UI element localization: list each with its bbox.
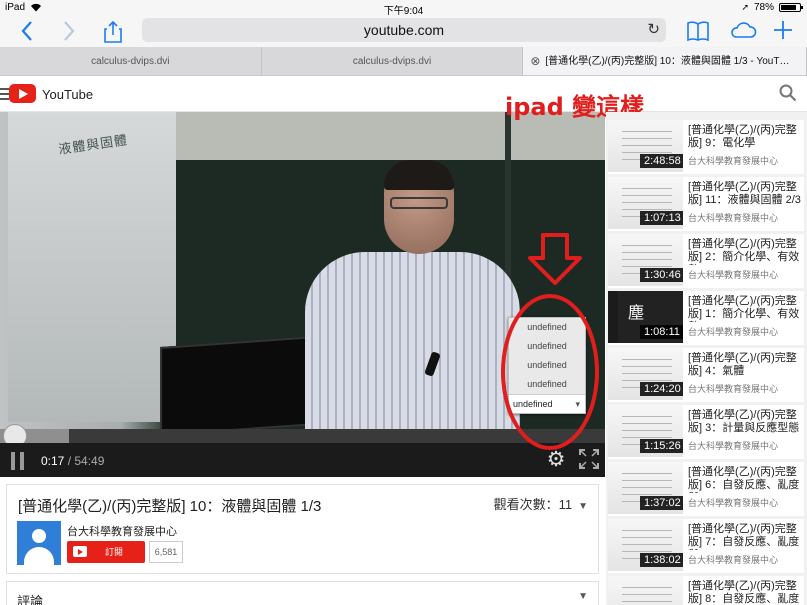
related-video-item[interactable]: 1:15:26 [普通化學(乙)/(丙)完整版] 3：計量與反應型態 台大科學教…	[608, 405, 804, 459]
related-video-item[interactable]: 1:38:02 [普通化學(乙)/(丙)完整版] 7：自發反應、亂度與… 台大科…	[608, 519, 804, 573]
subscribe-button[interactable]: 訂閱	[67, 541, 145, 563]
related-video-channel: 台大科學教育發展中心	[688, 555, 779, 565]
channel-avatar[interactable]	[17, 521, 61, 565]
subscriber-count: 6,581	[149, 541, 183, 563]
video-thumbnail[interactable]	[608, 576, 683, 605]
video-duration: 1:07:13	[640, 211, 683, 225]
video-thumbnail[interactable]: 1:37:02	[608, 462, 683, 514]
related-video-title[interactable]: [普通化學(乙)/(丙)完整版] 8：自發反應、亂度與…	[688, 580, 804, 605]
subscribe-label: 訂閱	[105, 547, 124, 557]
video-thumbnail[interactable]: 1:24:20	[608, 348, 683, 400]
related-video-item[interactable]: 2:48:58 [普通化學(乙)/(丙)完整版] 9：電化學 台大科學教育發展中…	[608, 120, 804, 174]
related-video-item[interactable]: [普通化學(乙)/(丙)完整版] 8：自發反應、亂度與…	[608, 576, 804, 605]
view-count[interactable]: 觀看次數：11 ▼	[494, 494, 588, 513]
related-video-item[interactable]: 1:24:20 [普通化學(乙)/(丙)完整版] 4：氣體 台大科學教育發展中心	[608, 348, 804, 402]
related-video-channel: 台大科學教育發展中心	[688, 498, 779, 508]
related-video-title[interactable]: [普通化學(乙)/(丙)完整版] 9：電化學	[688, 124, 804, 151]
related-video-item[interactable]: 塵 1:08:11 [普通化學(乙)/(丙)完整版] 1：簡介化學、有效數… 台大…	[608, 291, 804, 345]
related-video-channel: 台大科學教育發展中心	[688, 213, 779, 223]
related-video-channel: 台大科學教育發展中心	[688, 327, 779, 337]
chevron-down-icon[interactable]: ▼	[578, 591, 588, 602]
related-video-title[interactable]: [普通化學(乙)/(丙)完整版] 2：簡介化學、有效數…	[688, 238, 804, 265]
video-duration: 2:48:58	[640, 154, 683, 168]
related-video-item[interactable]: 1:30:46 [普通化學(乙)/(丙)完整版] 2：簡介化學、有效數… 台大科…	[608, 234, 804, 288]
related-videos-sidebar: 2:48:58 [普通化學(乙)/(丙)完整版] 9：電化學 台大科學教育發展中…	[606, 112, 807, 605]
related-video-title[interactable]: [普通化學(乙)/(丙)完整版] 3：計量與反應型態	[688, 409, 804, 436]
view-count-text: 觀看次數：11	[493, 497, 573, 512]
video-thumbnail[interactable]: 1:15:26	[608, 405, 683, 457]
video-duration: 1:38:02	[640, 553, 683, 567]
video-thumbnail[interactable]: 2:48:58	[608, 120, 683, 172]
related-video-title[interactable]: [普通化學(乙)/(丙)完整版] 7：自發反應、亂度與…	[688, 523, 804, 550]
video-thumbnail[interactable]: 1:38:02	[608, 519, 683, 571]
video-thumbnail[interactable]: 1:07:13	[608, 177, 683, 229]
thumbnail-glyph: 塵	[628, 305, 645, 322]
channel-name[interactable]: 台大科學教育發展中心	[67, 523, 177, 539]
youtube-play-icon	[73, 546, 87, 557]
related-video-title[interactable]: [普通化學(乙)/(丙)完整版] 1：簡介化學、有效數…	[688, 295, 804, 322]
video-duration: 1:24:20	[640, 382, 683, 396]
video-duration: 1:08:11	[640, 325, 683, 339]
comments-label: 評論	[17, 594, 44, 605]
video-thumbnail[interactable]: 塵 1:08:11	[608, 291, 683, 343]
video-thumbnail[interactable]: 1:30:46	[608, 234, 683, 286]
related-video-item[interactable]: 1:07:13 [普通化學(乙)/(丙)完整版] 11：液體與固體 2/3 台大…	[608, 177, 804, 231]
related-video-channel: 台大科學教育發展中心	[688, 270, 779, 280]
video-duration: 1:30:46	[640, 268, 683, 282]
related-video-channel: 台大科學教育發展中心	[688, 384, 779, 394]
video-title: [普通化學(乙)/(丙)完整版] 10：液體與固體 1/3	[18, 498, 322, 515]
related-video-item[interactable]: 1:37:02 [普通化學(乙)/(丙)完整版] 6：自發反應、亂度與… 台大科…	[608, 462, 804, 516]
video-duration: 1:15:26	[640, 439, 683, 453]
related-video-title[interactable]: [普通化學(乙)/(丙)完整版] 11：液體與固體 2/3	[688, 181, 804, 208]
comments-section[interactable]: 評論 ▼	[6, 581, 599, 605]
video-duration: 1:37:02	[640, 496, 683, 510]
related-video-title[interactable]: [普通化學(乙)/(丙)完整版] 6：自發反應、亂度與…	[688, 466, 804, 493]
related-video-title[interactable]: [普通化學(乙)/(丙)完整版] 4：氣體	[688, 352, 804, 379]
chevron-down-icon[interactable]: ▼	[578, 501, 588, 512]
related-video-channel: 台大科學教育發展中心	[688, 441, 779, 451]
video-info-card: [普通化學(乙)/(丙)完整版] 10：液體與固體 1/3 觀看次數：11 ▼ 台…	[6, 484, 599, 574]
related-video-channel: 台大科學教育發展中心	[688, 156, 779, 166]
